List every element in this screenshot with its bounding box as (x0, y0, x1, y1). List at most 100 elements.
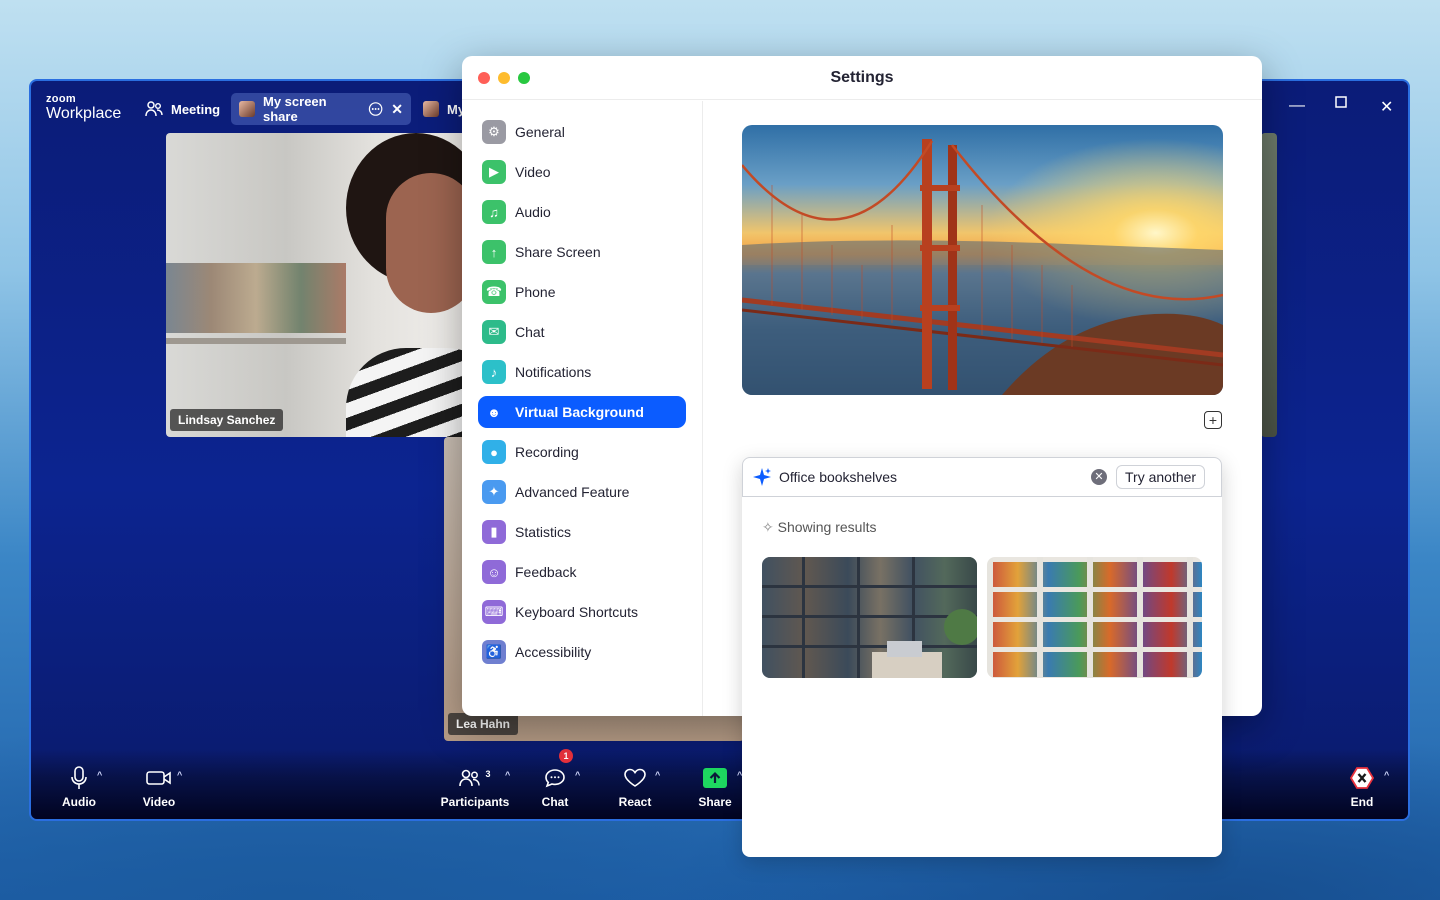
sidebar-item-keyboard-shortcuts[interactable]: ⌨ Keyboard Shortcuts (478, 596, 686, 628)
shelf-edge (166, 338, 346, 344)
try-another-button[interactable]: Try another (1116, 465, 1206, 489)
phone-icon: ☎ (482, 280, 506, 304)
sidebar-item-label: Recording (515, 444, 579, 460)
background-preview (742, 125, 1223, 395)
participants-count: 3 (485, 769, 491, 779)
sidebar-item-feedback[interactable]: ☺ Feedback (478, 556, 686, 588)
react-label: React (618, 795, 652, 809)
chevron-up-icon[interactable]: ^ (505, 770, 510, 780)
sidebar-item-recording[interactable]: ● Recording (478, 436, 686, 468)
tab-share-label: My screen share (263, 94, 327, 124)
sidebar-item-label: Video (515, 164, 551, 180)
video-label: Video (142, 795, 176, 809)
result-thumbnail[interactable] (762, 557, 977, 678)
ai-background-generator-panel: Office bookshelves ✕ Try another ✧ Showi… (742, 457, 1222, 857)
end-button[interactable]: End ^ (1322, 765, 1402, 809)
chat-unread-badge: 1 (559, 749, 573, 763)
settings-title-bar: Settings (462, 56, 1262, 100)
sidebar-item-label: Keyboard Shortcuts (515, 604, 638, 620)
end-meeting-icon (1350, 767, 1374, 789)
zoom-logo: zoom Workplace (46, 94, 121, 123)
participants-label: Participants (440, 795, 510, 809)
share-screen-icon (703, 768, 727, 788)
react-button[interactable]: React ^ (595, 765, 675, 809)
tab-meeting[interactable]: Meeting (145, 93, 220, 125)
logo-text-top: zoom (46, 93, 76, 105)
background-shelf (166, 263, 346, 333)
share-label: Share (698, 795, 732, 809)
settings-sidebar: ⚙ General ▶ Video ♫ Audio ↑ Share Screen ☎ Phone ✉… (462, 101, 703, 716)
sidebar-item-general[interactable]: ⚙ General (478, 116, 686, 148)
face-shape (386, 173, 466, 313)
sidebar-item-label: Accessibility (515, 644, 592, 660)
sidebar-item-share-screen[interactable]: ↑ Share Screen (478, 236, 686, 268)
stats-icon: ▮ (482, 520, 506, 544)
participant-video (326, 133, 466, 437)
tab-my-screen-share[interactable]: My screen share ✕ (231, 93, 411, 125)
avatar (423, 101, 439, 117)
shirt-shape (346, 348, 466, 437)
sidebar-item-virtual-background[interactable]: ☻ Virtual Background (478, 396, 686, 428)
accessibility-icon: ♿ (482, 640, 506, 664)
golden-gate-image (742, 125, 1223, 395)
record-icon: ● (482, 440, 506, 464)
chevron-up-icon[interactable]: ^ (97, 770, 102, 780)
sidebar-item-label: Virtual Background (515, 404, 644, 420)
sidebar-item-label: Notifications (515, 364, 592, 380)
participants-button[interactable]: 3 Participants ^ (435, 765, 515, 809)
maximize-icon[interactable] (1335, 95, 1347, 113)
close-icon[interactable]: ✕ (391, 101, 403, 118)
more-icon[interactable] (368, 101, 383, 117)
sidebar-item-label: Statistics (515, 524, 572, 540)
chevron-up-icon[interactable]: ^ (575, 770, 580, 780)
video-icon: ▶ (482, 160, 506, 184)
office-bookshelf-image (762, 557, 977, 678)
clear-input-icon[interactable]: ✕ (1091, 469, 1107, 485)
bell-icon: ♪ (482, 360, 506, 384)
audio-label: Audio (62, 795, 96, 809)
tab-meeting-label: Meeting (171, 101, 221, 117)
chevron-up-icon[interactable]: ^ (1384, 770, 1389, 780)
sidebar-item-video[interactable]: ▶ Video (478, 156, 686, 188)
minimize-icon[interactable]: — (1289, 97, 1305, 115)
chevron-up-icon[interactable]: ^ (177, 770, 182, 780)
chevron-up-icon[interactable]: ^ (655, 770, 660, 780)
video-tile-lindsay[interactable]: Lindsay Sanchez (166, 133, 466, 437)
sidebar-item-label: Advanced Feature (515, 484, 630, 500)
sidebar-item-label: Audio (515, 204, 551, 220)
video-button[interactable]: Video ^ (119, 765, 199, 809)
close-window-icon[interactable]: ✕ (1380, 97, 1393, 117)
avatar (239, 101, 255, 117)
sidebar-item-audio[interactable]: ♫ Audio (478, 196, 686, 228)
prompt-value: Office bookshelves (779, 469, 898, 485)
sidebar-item-statistics[interactable]: ▮ Statistics (478, 516, 686, 548)
audio-button[interactable]: Audio ^ (39, 765, 119, 809)
chat-button[interactable]: 1 Chat ^ (515, 749, 595, 809)
sidebar-item-label: Phone (515, 284, 556, 300)
results-status: ✧ Showing results (762, 519, 876, 536)
end-label: End (1350, 795, 1374, 809)
sparkle-icon: ✦ (482, 480, 506, 504)
settings-title: Settings (830, 69, 894, 86)
people-icon (145, 101, 163, 117)
sidebar-item-accessibility[interactable]: ♿ Accessibility (478, 636, 686, 668)
tab-my[interactable]: My (423, 93, 465, 125)
sidebar-item-label: Chat (515, 324, 545, 340)
sidebar-item-advanced-feature[interactable]: ✦ Advanced Feature (478, 476, 686, 508)
sidebar-item-chat[interactable]: ✉ Chat (478, 316, 686, 348)
add-background-button[interactable]: + (1204, 411, 1222, 429)
result-thumbnail[interactable] (987, 557, 1202, 678)
sparkle-icon (753, 468, 771, 486)
logo-text-bottom: Workplace (46, 105, 122, 122)
person-icon: ☻ (487, 404, 501, 420)
sidebar-item-label: General (515, 124, 565, 140)
microphone-icon (71, 766, 87, 789)
chat-icon: ✉ (482, 320, 506, 344)
sidebar-item-phone[interactable]: ☎ Phone (478, 276, 686, 308)
sidebar-item-label: Share Screen (515, 244, 601, 260)
video-camera-icon (146, 771, 171, 785)
sidebar-item-notifications[interactable]: ♪ Notifications (478, 356, 686, 388)
chat-icon (545, 769, 565, 788)
participants-icon (459, 769, 481, 787)
video-tile-partial[interactable] (1261, 133, 1277, 437)
